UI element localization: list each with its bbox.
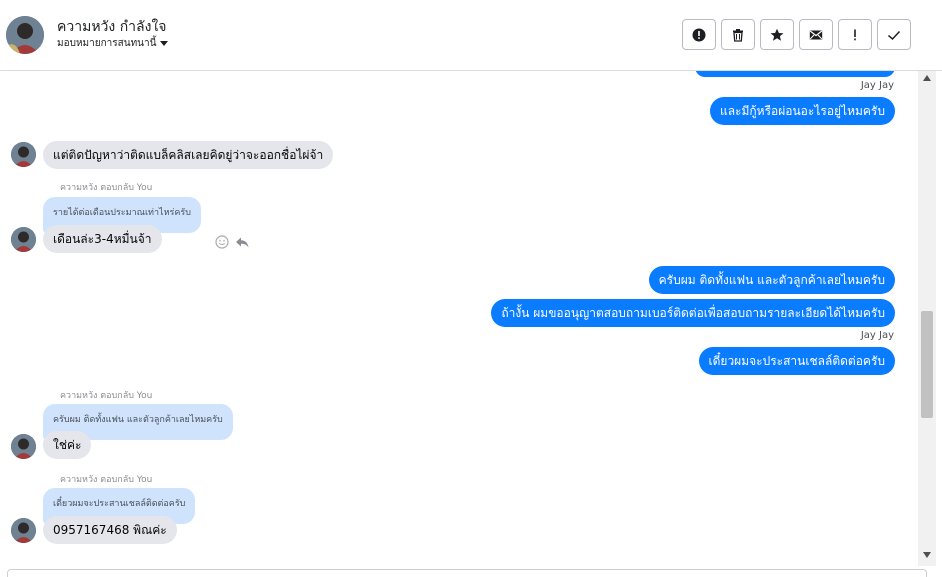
scrollbar-thumb[interactable] xyxy=(921,311,933,418)
message-outgoing-partial[interactable] xyxy=(695,71,895,77)
scrollbar[interactable] xyxy=(918,71,936,566)
contact-avatar-small xyxy=(11,227,36,252)
message-outgoing[interactable]: เดี๋ยวผมจะประสานเชลล์ติดต่อครับ xyxy=(698,347,895,375)
assign-conversation-dropdown[interactable]: มอบหมายการสนทนานี้ xyxy=(57,36,169,51)
trash-icon xyxy=(733,28,743,42)
reply-label: ความหวัง ตอบกลับ You xyxy=(60,183,153,193)
follow-up-button[interactable] xyxy=(838,19,872,50)
contact-avatar-small xyxy=(11,518,36,543)
message-tools xyxy=(215,235,249,249)
sender-label: Jay Jay xyxy=(860,330,894,341)
contact-name[interactable]: ความหวัง กำลังใจ xyxy=(57,16,166,38)
smiley-icon[interactable] xyxy=(215,235,229,249)
message-incoming[interactable]: เดือนล่ะ3-4หมื่นจ้า xyxy=(43,225,162,253)
star-icon xyxy=(770,28,784,41)
alert-circle-icon xyxy=(692,28,706,41)
message-thread[interactable]: Jay Jay และมีกู้หรือผ่อนอะไรอยู่ไหมครับ … xyxy=(0,71,918,566)
reply-icon[interactable] xyxy=(235,235,249,249)
header-actions xyxy=(682,19,911,50)
mark-done-button[interactable] xyxy=(877,19,911,50)
message-outgoing[interactable]: และมีกู้หรือผ่อนอะไรอยู่ไหมครับ xyxy=(709,97,895,125)
conversation-window: ความหวัง กำลังใจ มอบหมายการสนทนานี้ Jay … xyxy=(0,0,942,577)
conversation-header: ความหวัง กำลังใจ มอบหมายการสนทนานี้ xyxy=(0,0,942,71)
message-incoming[interactable]: ใช่ค่ะ xyxy=(43,431,92,459)
sender-label: Jay Jay xyxy=(860,80,894,91)
message-incoming[interactable]: แต่ติดปัญหาว่าติดแบล็คลิสเลยคิดยู่ว่าจะอ… xyxy=(43,141,334,169)
message-outgoing[interactable]: ครับผม ติดทั้งแฟน และตัวลูกค้าเลยไหมครับ xyxy=(648,266,895,294)
reply-label: ความหวัง ตอบกลับ You xyxy=(60,391,153,401)
caret-down-icon xyxy=(160,41,169,46)
scroll-down-arrow-icon[interactable] xyxy=(923,552,931,558)
partial-system-text xyxy=(290,559,640,564)
message-composer-input[interactable] xyxy=(7,569,927,577)
exclamation-icon xyxy=(854,29,856,40)
contact-avatar[interactable] xyxy=(6,16,44,54)
report-spam-button[interactable] xyxy=(682,19,716,50)
message-outgoing[interactable]: ถ้างั้น ผมขออนุญาตสอบถามเบอร์ติดต่อเพื่อ… xyxy=(491,299,895,327)
star-button[interactable] xyxy=(760,19,794,50)
reply-label: ความหวัง ตอบกลับ You xyxy=(60,475,153,485)
assign-label: มอบหมายการสนทนานี้ xyxy=(57,38,157,49)
envelope-icon xyxy=(809,30,823,39)
scroll-up-arrow-icon[interactable] xyxy=(923,75,931,81)
message-incoming[interactable]: 0957167468 พิณค่ะ xyxy=(43,516,177,544)
contact-avatar-small xyxy=(11,142,36,167)
contact-avatar-small xyxy=(11,434,36,459)
mark-unread-button[interactable] xyxy=(799,19,833,50)
check-icon xyxy=(888,30,901,40)
delete-button[interactable] xyxy=(721,19,755,50)
